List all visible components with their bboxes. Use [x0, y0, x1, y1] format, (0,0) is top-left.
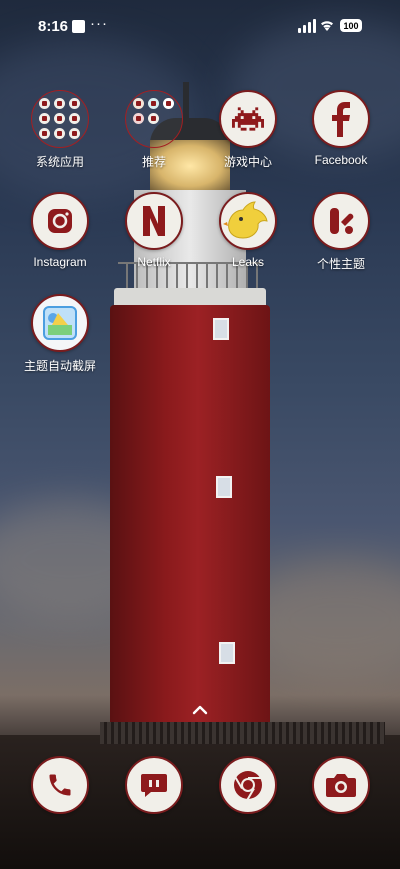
chrome-icon — [219, 756, 277, 814]
folder-system-apps[interactable]: 系统应用 — [20, 90, 100, 170]
space-invader-icon — [219, 90, 277, 148]
messages-icon — [125, 756, 183, 814]
app-label: 系统应用 — [35, 155, 84, 169]
phone-icon — [31, 756, 89, 814]
app-game-center[interactable]: 游戏中心 — [208, 90, 288, 170]
folder-icon — [125, 90, 183, 148]
netflix-icon — [125, 192, 183, 250]
app-label: 主题自动截屏 — [23, 359, 96, 373]
signal-icon — [298, 19, 316, 33]
app-netflix[interactable]: Netflix — [114, 192, 194, 269]
notification-square-icon — [72, 20, 85, 33]
dock-app-camera[interactable] — [301, 756, 381, 814]
more-notifications-icon: ··· — [90, 15, 108, 32]
screenshot-icon — [31, 294, 89, 352]
app-label: Netflix — [137, 255, 171, 269]
app-label: 推荐 — [141, 155, 166, 169]
clock: 8:16 — [38, 18, 69, 35]
app-label: 个性主题 — [316, 257, 365, 271]
app-label: Instagram — [33, 255, 87, 269]
yellow-bird-icon — [219, 192, 277, 250]
dock-app-messages[interactable] — [114, 756, 194, 814]
chevron-up-icon[interactable] — [190, 700, 210, 720]
app-themes[interactable]: 个性主题 — [301, 192, 381, 272]
folder-icon — [31, 90, 89, 148]
instagram-icon — [31, 192, 89, 250]
facebook-icon — [312, 90, 370, 148]
wifi-icon — [321, 21, 333, 31]
app-label: 游戏中心 — [223, 155, 272, 169]
app-leaks[interactable]: Leaks — [208, 192, 288, 269]
app-label: Leaks — [231, 255, 265, 269]
camera-icon — [312, 756, 370, 814]
app-instagram[interactable]: Instagram — [20, 192, 100, 269]
theme-icon — [312, 192, 370, 250]
app-facebook[interactable]: Facebook — [301, 90, 381, 167]
battery-icon: 100 — [340, 19, 362, 32]
app-theme-auto-screenshot[interactable]: 主题自动截屏 — [20, 294, 100, 374]
app-label: Facebook — [314, 153, 368, 167]
status-bar: 8:16 ··· 100 — [0, 0, 400, 56]
folder-recommended[interactable]: 推荐 — [114, 90, 194, 170]
dock-app-chrome[interactable] — [208, 756, 288, 814]
dock-app-phone[interactable] — [20, 756, 100, 814]
